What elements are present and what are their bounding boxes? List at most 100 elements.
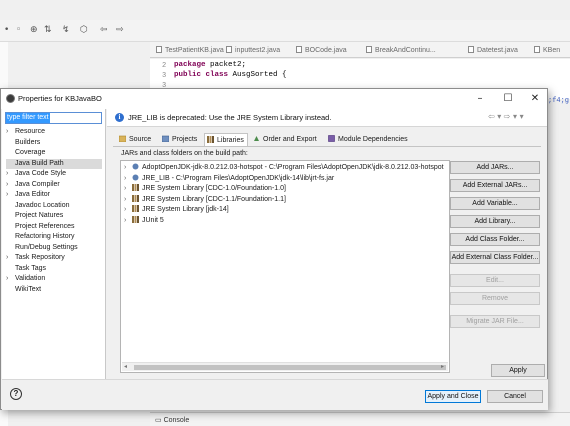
add-variable-button[interactable]: Add Variable... [450, 197, 540, 210]
libraries-tree[interactable]: › AdoptOpenJDK-jdk-8.0.212.03-hotspot - C… [120, 160, 450, 373]
nav-item-wikitext[interactable]: WikiText [6, 285, 102, 296]
library-row[interactable]: › JRE System Library [jdk-14] [124, 205, 229, 216]
library-row[interactable]: › JUnit 5 [124, 215, 164, 227]
code-line: package packet2; [174, 61, 247, 69]
libraries-icon [207, 136, 214, 143]
tab-console[interactable]: ▭ Console [155, 416, 189, 424]
nav-item-java-code-style[interactable]: › Java Code Style [6, 169, 102, 180]
expand-arrow-icon[interactable]: › [124, 195, 132, 206]
line-number: 2 [162, 62, 167, 70]
toolbar-icon[interactable]: ⊕ [30, 25, 38, 35]
nav-item-run-debug-settings[interactable]: Run/Debug Settings [6, 243, 102, 254]
editor-tab[interactable]: TestPatientKB.java [156, 46, 224, 54]
expand-arrow-icon[interactable]: › [6, 190, 15, 201]
nav-item-project-natures[interactable]: Project Natures [6, 211, 102, 222]
java-file-icon [156, 46, 162, 53]
expand-arrow-icon[interactable]: › [6, 127, 15, 138]
tab-projects[interactable]: Projects [160, 133, 204, 146]
apply-button[interactable]: Apply [491, 364, 545, 377]
forward-arrow-icon[interactable]: ⇨ [116, 25, 124, 35]
line-number: 3 [162, 72, 167, 80]
library-row[interactable]: › JRE System Library [CDC-1.1/Foundation-… [124, 194, 286, 206]
java-file-icon [534, 46, 540, 53]
nav-item-coverage[interactable]: Coverage [6, 148, 102, 159]
expand-arrow-icon[interactable]: › [124, 174, 132, 185]
history-nav-icon[interactable]: ⇦ ▾ ⇨ ▾ ▾ [488, 112, 524, 121]
add-jars-button[interactable]: Add JARs... [450, 161, 540, 174]
tab-module-dependencies[interactable]: Module Dependencies [326, 133, 416, 146]
nav-item-task-repository[interactable]: › Task Repository [6, 253, 102, 264]
tab-order-and-export[interactable]: Order and Export [251, 133, 323, 146]
library-row[interactable]: › AdoptOpenJDK-jdk-8.0.212.03-hotspot - C… [124, 163, 444, 174]
expand-arrow-icon[interactable]: › [124, 184, 132, 195]
nav-item-project-references[interactable]: Project References [6, 222, 102, 233]
toolbar-icon[interactable]: • [4, 25, 9, 35]
deprecation-banner: i JRE_LIB is deprecated: Use the JRE Sys… [107, 109, 547, 127]
expand-arrow-icon[interactable]: › [6, 274, 15, 285]
order-export-icon [254, 136, 259, 141]
tab-libraries[interactable]: Libraries [204, 133, 248, 146]
nav-item-java-compiler[interactable]: › Java Compiler [6, 180, 102, 191]
add-external-jars-button[interactable]: Add External JARs... [450, 179, 540, 192]
expand-arrow-icon[interactable]: › [124, 216, 132, 227]
library-row[interactable]: › JRE System Library [CDC-1.0/Foundation-… [124, 184, 286, 195]
add-external-class-folder-button[interactable]: Add External Class Folder... [450, 251, 540, 264]
maximize-icon[interactable]: ☐ [497, 92, 519, 106]
expand-arrow-icon[interactable]: › [6, 253, 15, 264]
editor-tab[interactable]: Datetest.java [468, 46, 518, 54]
library-icon [132, 215, 139, 223]
toolbar-icon[interactable]: ⬡ [80, 25, 88, 35]
add-library-button[interactable]: Add Library... [450, 215, 540, 228]
library-icon [132, 194, 139, 202]
code-line: public class AusgSorted { [174, 71, 287, 79]
nav-item-java-build-path[interactable]: Java Build Path [6, 158, 102, 169]
property-nav-pane: type filter text ›Resource Builders Cove… [2, 109, 106, 379]
nav-item-builders[interactable]: Builders [6, 138, 102, 149]
editor-tab[interactable]: BOCode.java [296, 46, 347, 54]
jars-label: JARs and class folders on the build path… [121, 150, 248, 157]
module-icon [328, 135, 335, 142]
expand-arrow-icon[interactable]: › [124, 205, 132, 216]
toolbar-icon[interactable]: ⇅ [44, 25, 52, 35]
bottom-panel-bar [150, 412, 570, 426]
help-icon[interactable]: ? [10, 388, 22, 400]
expand-arrow-icon[interactable]: › [6, 180, 15, 191]
toolbar-icon[interactable]: ◦ [16, 25, 21, 35]
properties-dialog: Properties for KBJavaBO – ☐ ✕ type filte… [0, 88, 548, 410]
minimize-icon[interactable]: – [469, 92, 491, 106]
scroll-right-icon[interactable]: ▸ [441, 363, 444, 370]
dialog-button-bar: ? Apply and Close Cancel [2, 379, 548, 410]
edit-button[interactable]: Edit... [450, 274, 540, 287]
library-icon [132, 184, 139, 191]
nav-item-java-editor[interactable]: › Java Editor [6, 190, 102, 201]
nav-item-task-tags[interactable]: Task Tags [6, 264, 102, 275]
apply-and-close-button[interactable]: Apply and Close [425, 390, 481, 403]
scrollbar-thumb[interactable] [134, 365, 446, 370]
code-fragment: ;f4;g [548, 97, 570, 105]
dialog-titlebar[interactable]: Properties for KBJavaBO – ☐ ✕ [1, 89, 547, 109]
tab-source[interactable]: Source [117, 133, 157, 146]
cancel-button[interactable]: Cancel [487, 390, 543, 403]
add-class-folder-button[interactable]: Add Class Folder... [450, 233, 540, 246]
expand-arrow-icon[interactable]: › [124, 163, 132, 174]
back-arrow-icon[interactable]: ⇦ [100, 25, 108, 35]
remove-button[interactable]: Remove [450, 292, 540, 305]
scroll-left-icon[interactable]: ◂ [124, 363, 127, 370]
banner-message: JRE_LIB is deprecated: Use the JRE Syste… [128, 113, 332, 122]
source-folder-icon [119, 135, 126, 142]
editor-tab[interactable]: BreakAndContinu... [366, 46, 436, 54]
migrate-jar-button[interactable]: Migrate JAR File... [450, 315, 540, 328]
expand-arrow-icon[interactable]: › [6, 169, 15, 180]
filter-selected-text: type filter text [6, 113, 50, 123]
close-icon[interactable]: ✕ [524, 92, 546, 106]
editor-tab[interactable]: KBen [534, 46, 560, 54]
nav-item-resource[interactable]: › Resource [6, 127, 102, 138]
editor-tab[interactable]: inputtest2.java [226, 46, 280, 54]
projects-icon [162, 135, 169, 142]
toolbar-icon[interactable]: ↯ [62, 25, 70, 35]
library-row[interactable]: › JRE_LIB - C:\Program Files\AdoptOpenJDK… [124, 174, 334, 185]
nav-item-refactoring-history[interactable]: Refactoring History [6, 232, 102, 243]
nav-item-validation[interactable]: › Validation [6, 274, 102, 285]
horizontal-scrollbar[interactable]: ◂ ▸ [122, 362, 448, 371]
nav-item-javadoc-location[interactable]: Javadoc Location [6, 201, 102, 212]
